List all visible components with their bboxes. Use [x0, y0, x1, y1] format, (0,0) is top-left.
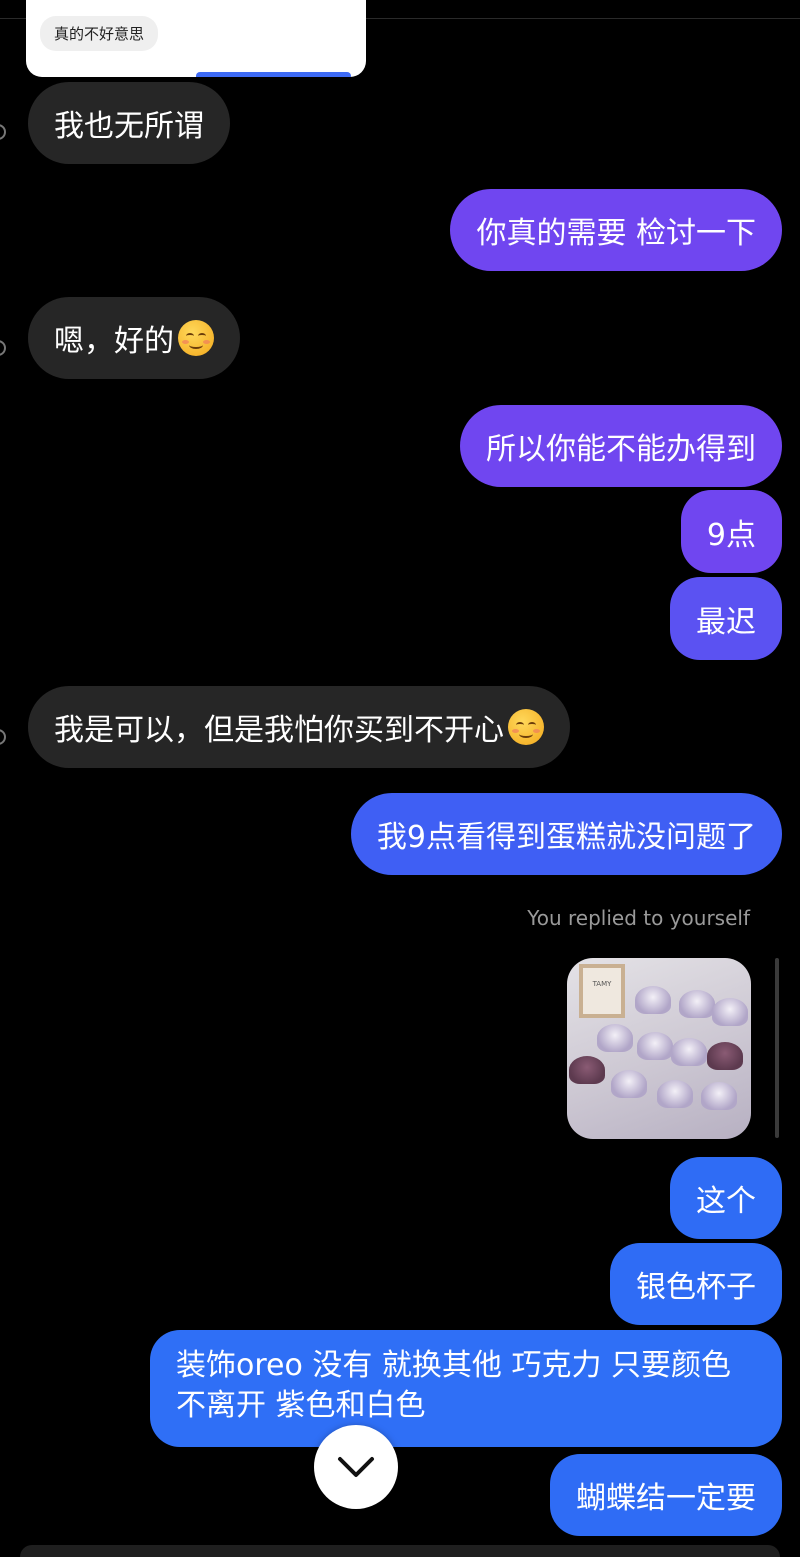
message-text: 所以你能不能办得到 [486, 432, 756, 467]
message-text: 我9点看得到蛋糕就没问题了 [376, 820, 756, 855]
quoted-message-card[interactable]: 真的不好意思 [26, 0, 366, 77]
message-text: 这个 [696, 1184, 756, 1219]
message-bubble-incoming[interactable]: 我也无所谓 [28, 82, 230, 164]
shared-photo[interactable]: TAMY [567, 958, 751, 1139]
reply-note: You replied to yourself [527, 906, 750, 930]
message-bubble-outgoing[interactable]: 最迟 [670, 577, 782, 660]
photo-frame-sign: TAMY [579, 964, 625, 1018]
cupcake [707, 1042, 743, 1070]
cupcake [712, 998, 748, 1026]
chevron-down-icon [338, 1457, 374, 1477]
cupcake [611, 1070, 647, 1098]
cupcake [569, 1056, 605, 1084]
cupcake [679, 990, 715, 1018]
message-text: 装饰oreo 没有 就换其他 巧克力 只要颜色不离开 紫色和白色 [176, 1348, 731, 1423]
composer-edge [20, 1545, 780, 1557]
avatar-edge [0, 340, 6, 356]
cupcake [635, 986, 671, 1014]
message-text: 嗯，好的 [54, 324, 174, 359]
cupcake [701, 1082, 737, 1110]
scrollbar[interactable] [775, 958, 779, 1138]
message-text: 9点 [706, 517, 756, 553]
avatar-edge [0, 124, 6, 140]
message-text: 蝴蝶结一定要 [576, 1481, 756, 1516]
cupcake [637, 1032, 673, 1060]
message-text: 你真的需要 检讨一下 [476, 216, 756, 251]
message-bubble-outgoing[interactable]: 我9点看得到蛋糕就没问题了 [350, 793, 782, 875]
message-text: 我也无所谓 [54, 109, 204, 144]
message-bubble-outgoing[interactable]: 蝴蝶结一定要 [550, 1454, 782, 1536]
message-bubble-outgoing[interactable]: 你真的需要 检讨一下 [450, 189, 782, 271]
quoted-reply-indicator [196, 72, 351, 77]
cupcake [597, 1024, 633, 1052]
message-bubble-incoming[interactable]: 嗯，好的 [28, 297, 240, 379]
cupcake [657, 1080, 693, 1108]
avatar-edge [0, 729, 6, 745]
quoted-message-text: 真的不好意思 [40, 16, 159, 51]
smiling-face-icon [508, 709, 544, 745]
message-bubble-outgoing[interactable]: 银色杯子 [610, 1243, 782, 1325]
scroll-to-bottom-button[interactable] [314, 1425, 398, 1509]
message-bubble-outgoing[interactable]: 装饰oreo 没有 就换其他 巧克力 只要颜色不离开 紫色和白色 [150, 1330, 782, 1447]
smiling-face-icon [178, 320, 214, 356]
cupcake [671, 1038, 707, 1066]
message-text: 银色杯子 [636, 1270, 756, 1305]
message-bubble-outgoing[interactable]: 9点 [680, 490, 782, 573]
message-bubble-outgoing[interactable]: 所以你能不能办得到 [460, 405, 782, 487]
message-bubble-outgoing[interactable]: 这个 [670, 1157, 782, 1239]
message-text: 我是可以，但是我怕你买到不开心 [54, 713, 504, 748]
message-text: 最迟 [696, 604, 756, 640]
message-bubble-incoming[interactable]: 我是可以，但是我怕你买到不开心 [28, 686, 570, 768]
